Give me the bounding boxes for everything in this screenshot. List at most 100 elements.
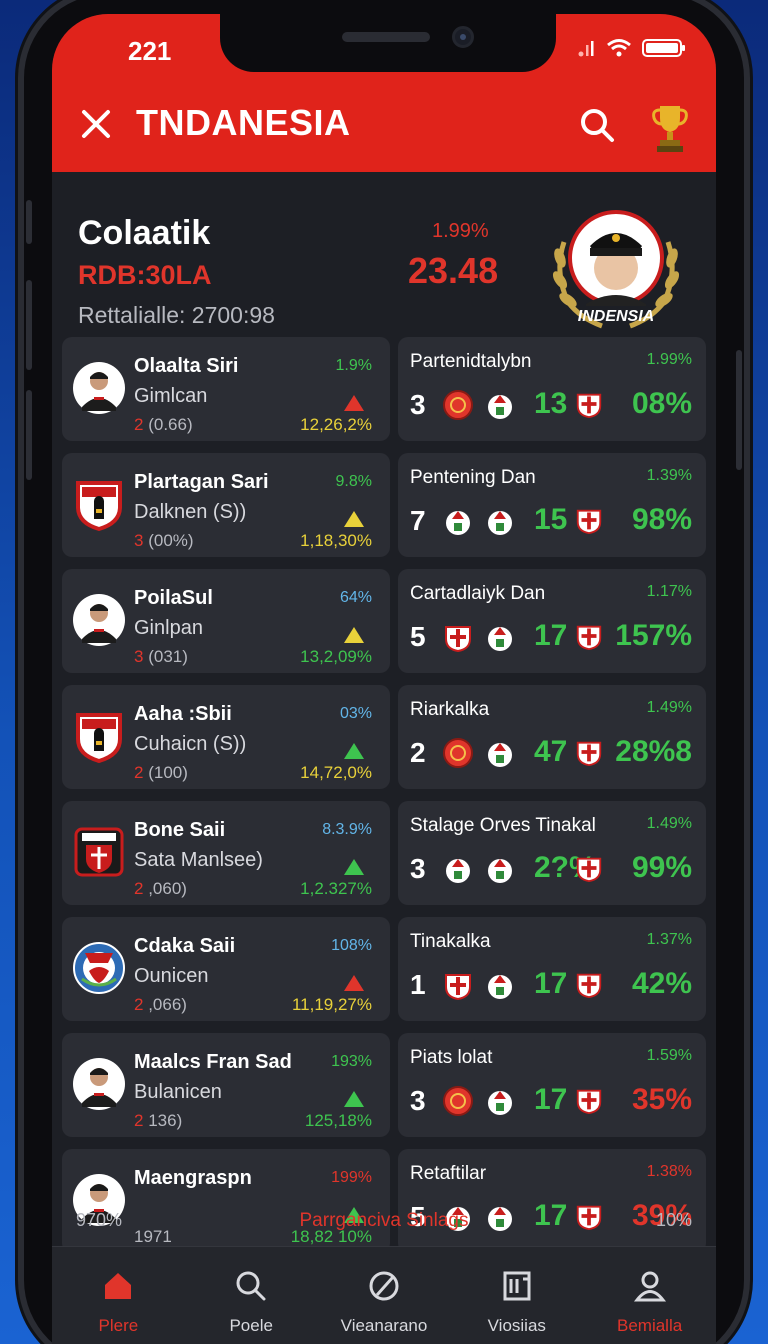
player-subtitle: Bulanicen	[134, 1081, 222, 1103]
app-header: 221 TNDANESIA	[52, 14, 716, 172]
player-card[interactable]: Aaha :Sbii Cuhaicn (S)) 2 (100) 03% 14,72,0%	[62, 685, 390, 789]
phone-volume-down	[26, 390, 32, 480]
player-extra: 2 136)	[134, 1111, 182, 1131]
search-icon[interactable]	[578, 106, 616, 144]
profile-icon	[633, 1269, 667, 1308]
team-emblem-icon	[574, 389, 604, 421]
match-right-score: 17	[534, 1083, 568, 1116]
trend-arrow-icon	[342, 509, 366, 529]
player-change-pct: 199%	[331, 1169, 372, 1186]
close-icon[interactable]	[78, 106, 114, 142]
player-subtitle: Cuhaicn (S))	[134, 733, 247, 755]
team-emblem-icon	[574, 737, 604, 769]
trend-arrow-icon	[342, 857, 366, 877]
player-name: Bone Saii	[134, 819, 226, 841]
hero-change-pct: 1.99%	[432, 220, 489, 242]
player-extra-num: 2	[134, 763, 144, 782]
search-icon	[234, 1269, 268, 1308]
player-change-pct: 64%	[339, 589, 372, 606]
team-emblem-icon	[442, 505, 474, 537]
player-card[interactable]: Plartagan Sari Dalknen (S)) 3 (00%) 9.8% 1,1…	[62, 453, 390, 557]
match-card[interactable]: Stalage Orves Tinakal 1.49% 3 2?% 99%	[398, 801, 706, 905]
trend-arrow-icon	[342, 393, 366, 413]
bottom-nav: Plere Poele Vieanarano Viosiias Bemialla	[52, 1246, 716, 1344]
team-emblem-icon	[574, 505, 604, 537]
player-volume: 12,26,2%	[300, 415, 372, 434]
match-left-score: 3	[410, 1085, 426, 1116]
player-extra-rest: (0.66)	[148, 415, 193, 434]
player-extra-num: 2	[134, 1111, 144, 1130]
player-change-pct: 193%	[331, 1053, 372, 1070]
player-subtitle: Sata Manlsee)	[134, 849, 263, 871]
match-change-pct: 1.37%	[646, 931, 692, 948]
match-right-score: 17	[534, 967, 568, 1000]
list-row: Cdaka Saii Ounicen 2 ,066) 108% 11,19,27% Tin…	[62, 917, 706, 1021]
team-emblem-icon	[442, 853, 474, 885]
player-subtitle: Ginlpan	[134, 617, 203, 639]
player-name: Plartagan Sari	[134, 471, 269, 493]
team-emblem-icon	[484, 505, 516, 537]
footer-link[interactable]: Parrganciva Sinlags	[52, 1210, 716, 1232]
nav-item-search[interactable]: Poele	[185, 1247, 318, 1344]
match-card[interactable]: Riarkalka 1.49% 2 47 28%8	[398, 685, 706, 789]
player-card[interactable]: Maalcs Fran Sad Bulanicen 2 136) 193% 125,18…	[62, 1033, 390, 1137]
player-name: Olaalta Siri	[134, 355, 239, 377]
match-change-pct: 1.59%	[646, 1047, 692, 1064]
team-badge[interactable]: INDENSIA	[546, 202, 686, 332]
player-change-pct: 8.3.9%	[322, 821, 372, 838]
player-card[interactable]: Bone Saii Sata Manlsee) 2 ,060) 8.3.9% 1,2.3…	[62, 801, 390, 905]
player-extra: 3 (031)	[134, 647, 188, 667]
list-row: Bone Saii Sata Manlsee) 2 ,060) 8.3.9% 1,2.3…	[62, 801, 706, 905]
match-card[interactable]: Tinakalka 1.37% 1 17 42%	[398, 917, 706, 1021]
player-card[interactable]: Olaalta Siri Gimlcan 2 (0.66) 1.9% 12,26,2%	[62, 337, 390, 441]
player-volume: 13,2,09%	[300, 647, 372, 666]
nav-label: Poele	[229, 1316, 273, 1335]
list-row: Aaha :Sbii Cuhaicn (S)) 2 (100) 03% 14,72,0%…	[62, 685, 706, 789]
player-extra-rest: ,060)	[148, 879, 187, 898]
player-avatar	[72, 709, 126, 764]
trophy-icon[interactable]	[650, 102, 690, 154]
team-emblem-icon	[574, 853, 604, 885]
player-volume: 125,18%	[304, 1111, 372, 1130]
player-card[interactable]: PoilaSul Ginlpan 3 (031) 64% 13,2,09%	[62, 569, 390, 673]
nav-item-home[interactable]: Plere	[52, 1247, 185, 1344]
match-card[interactable]: Partenidtalybn 1.99% 3 13 08%	[398, 337, 706, 441]
player-extra-num: 2	[134, 415, 144, 434]
player-avatar	[72, 941, 126, 995]
player-extra-num: 2	[134, 995, 144, 1014]
player-extra-num: 2	[134, 879, 144, 898]
speaker-grille	[342, 32, 430, 42]
player-avatar	[72, 477, 126, 532]
trend-arrow-icon	[342, 625, 366, 645]
match-right-score: 17	[534, 619, 568, 652]
player-name: Cdaka Saii	[134, 935, 236, 957]
match-card[interactable]: Piats lolat 1.59% 3 17 35%	[398, 1033, 706, 1137]
trend-arrow-icon	[342, 741, 366, 761]
match-card[interactable]: Pentening Dan 1.39% 7 15 98%	[398, 453, 706, 557]
match-big-pct: 98%	[631, 503, 692, 536]
nav-item-news[interactable]: Viosiias	[450, 1247, 583, 1344]
team-emblem-icon	[484, 969, 516, 1001]
team-emblem-icon	[484, 737, 516, 769]
team-emblem-icon	[442, 1085, 474, 1117]
compass-icon	[367, 1269, 401, 1308]
nav-item-profile[interactable]: Bemialla	[583, 1247, 716, 1344]
team-emblem-icon	[442, 621, 474, 653]
phone-volume-up	[26, 280, 32, 370]
battery-icon	[642, 39, 685, 57]
player-extra-rest: ,066)	[148, 995, 187, 1014]
player-extra: 3 (00%)	[134, 531, 194, 551]
player-subtitle: Ounicen	[134, 965, 209, 987]
match-big-pct: 28%8	[615, 735, 692, 768]
list-row: Olaalta Siri Gimlcan 2 (0.66) 1.9% 12,26,2% P…	[62, 337, 706, 441]
player-card[interactable]: Cdaka Saii Ounicen 2 ,066) 108% 11,19,27%	[62, 917, 390, 1021]
status-icons	[578, 38, 686, 58]
player-extra: 2 ,066)	[134, 995, 187, 1015]
player-extra-rest: (00%)	[148, 531, 194, 550]
player-match-list: Olaalta Siri Gimlcan 2 (0.66) 1.9% 12,26,2% P…	[62, 337, 706, 1265]
nav-item-compass[interactable]: Vieanarano	[318, 1247, 451, 1344]
player-extra: 2 (0.66)	[134, 415, 193, 435]
match-right-score: 15	[534, 503, 568, 536]
match-card[interactable]: Cartadlaiyk Dan 1.17% 5 17 157%	[398, 569, 706, 673]
nav-label: Vieanarano	[340, 1316, 428, 1335]
